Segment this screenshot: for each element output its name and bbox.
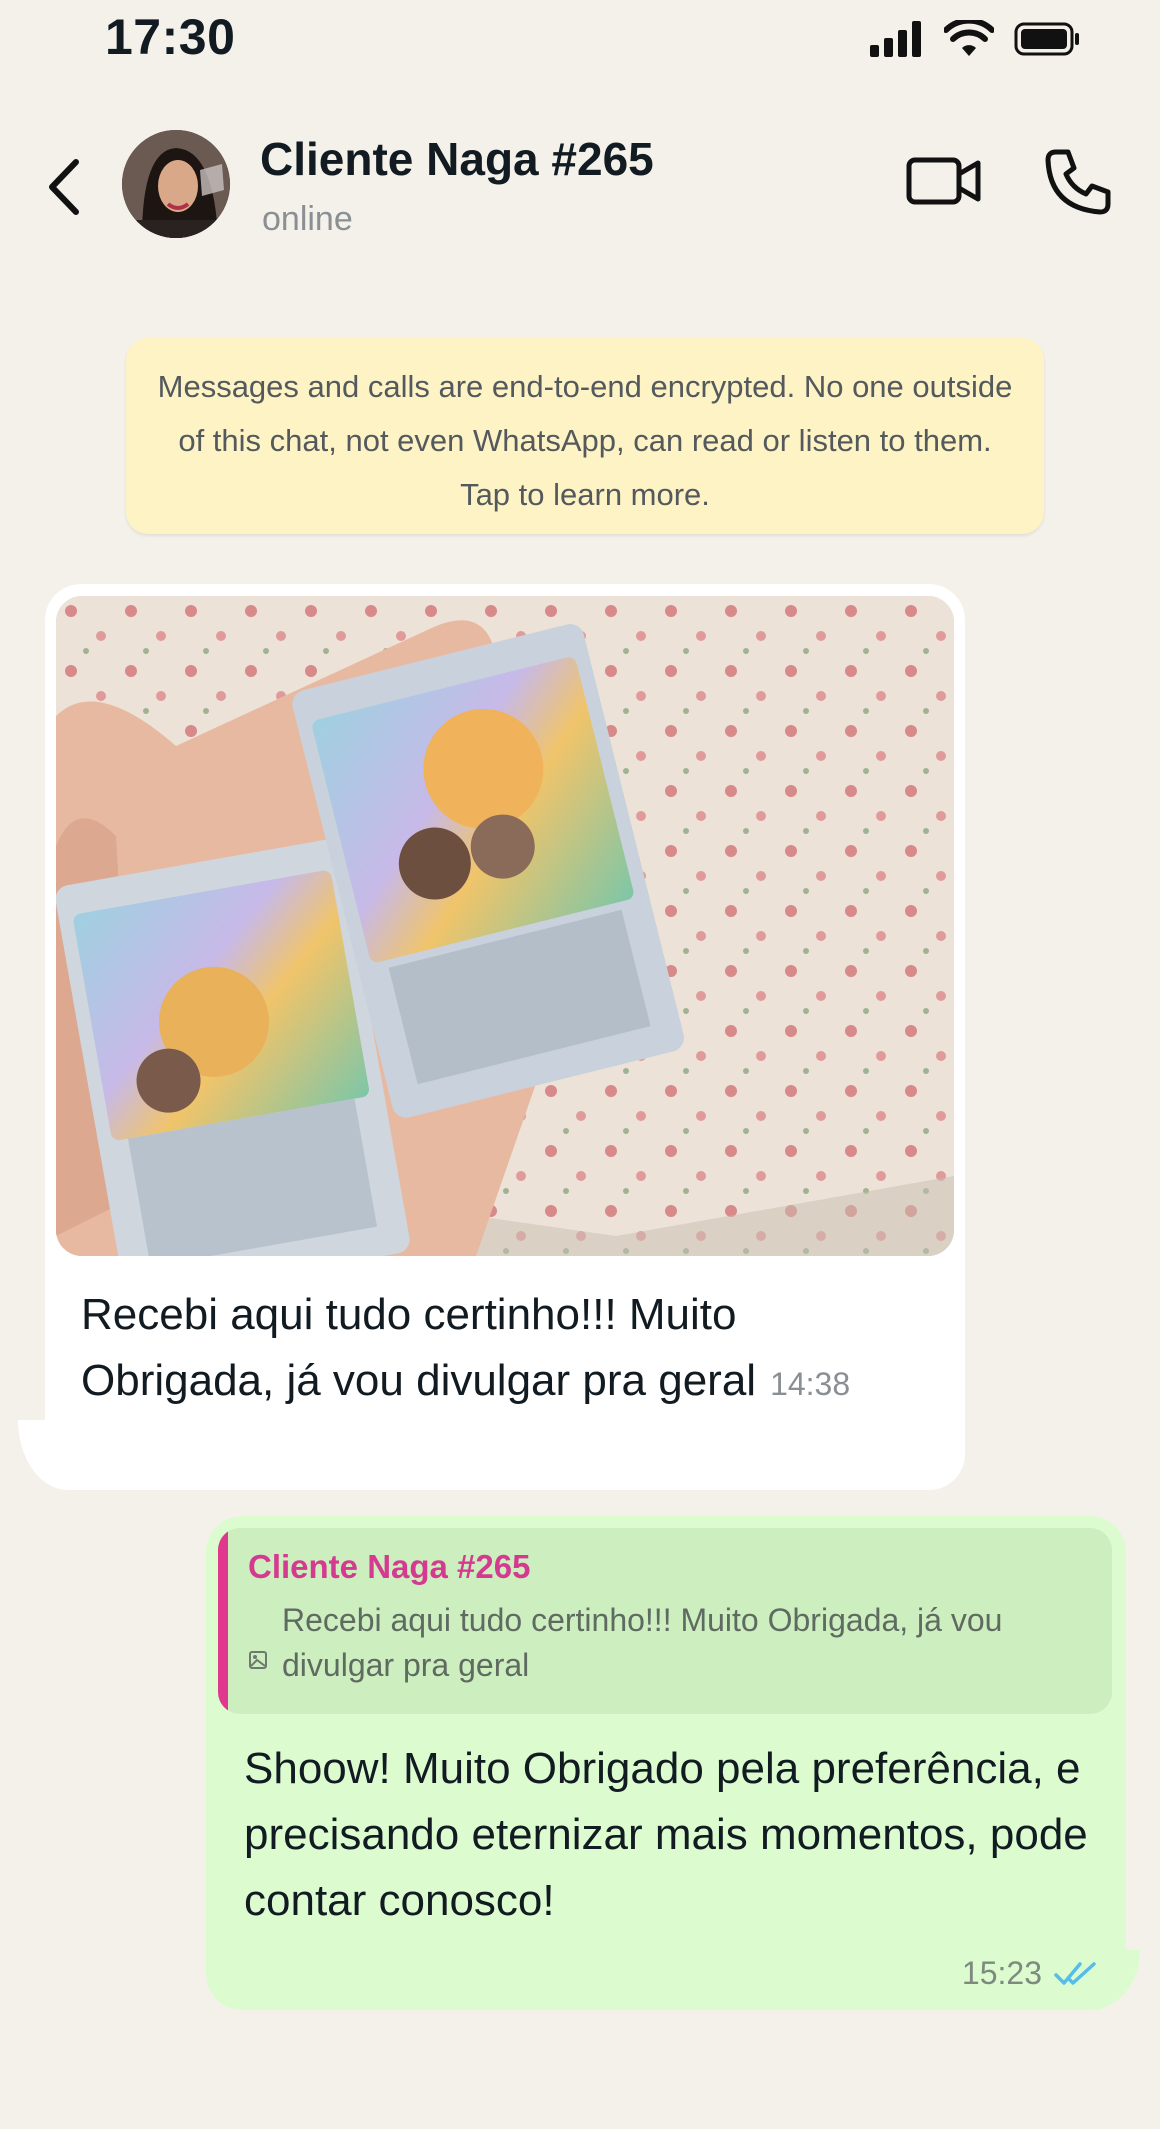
photo-icon [249, 1651, 267, 1669]
contact-avatar[interactable] [122, 130, 230, 238]
voice-call-icon[interactable] [1042, 146, 1114, 218]
battery-icon [1014, 22, 1079, 56]
double-check-icon [1054, 1961, 1096, 1985]
avatar-photo [122, 130, 230, 238]
outgoing-message[interactable]: Cliente Naga #265 Recebi aqui tudo certi… [206, 1516, 1126, 2010]
contact-status: online [262, 200, 353, 238]
video-call-icon[interactable] [906, 152, 982, 208]
cellular-signal-icon [870, 21, 921, 57]
chat-header: Cliente Naga #265 online [0, 110, 1160, 260]
message-time: 15:23 [961, 1955, 1042, 1991]
quoted-message[interactable]: Cliente Naga #265 Recebi aqui tudo certi… [218, 1528, 1112, 1714]
message-photo[interactable] [56, 596, 954, 1256]
message-time: 14:38 [770, 1366, 851, 1402]
message-text: Recebi aqui tudo certinho!!! Muito Obrig… [81, 1290, 757, 1405]
quote-accent-bar [218, 1528, 228, 1714]
contact-name[interactable]: Cliente Naga #265 [260, 132, 654, 186]
incoming-message-text: Recebi aqui tudo certinho!!! Muito Obrig… [81, 1282, 921, 1417]
wifi-icon [944, 20, 994, 56]
status-icons [870, 20, 1080, 58]
quote-author: Cliente Naga #265 [248, 1548, 531, 1585]
outgoing-message-text: Shoow! Muito Obrigado pela preferência, … [244, 1744, 1088, 1925]
message-meta: 15:23 [962, 1955, 1098, 1992]
quote-text: Recebi aqui tudo certinho!!! Muito Obrig… [282, 1602, 1003, 1683]
photo-cards-in-hand [56, 596, 954, 1256]
status-time: 17:30 [105, 9, 236, 65]
incoming-message[interactable]: Recebi aqui tudo certinho!!! Muito Obrig… [45, 584, 965, 1490]
encryption-notice[interactable]: Messages and calls are end-to-end encryp… [126, 338, 1044, 534]
back-arrow-icon[interactable] [40, 152, 90, 222]
status-bar: 17:30 [0, 0, 1160, 80]
